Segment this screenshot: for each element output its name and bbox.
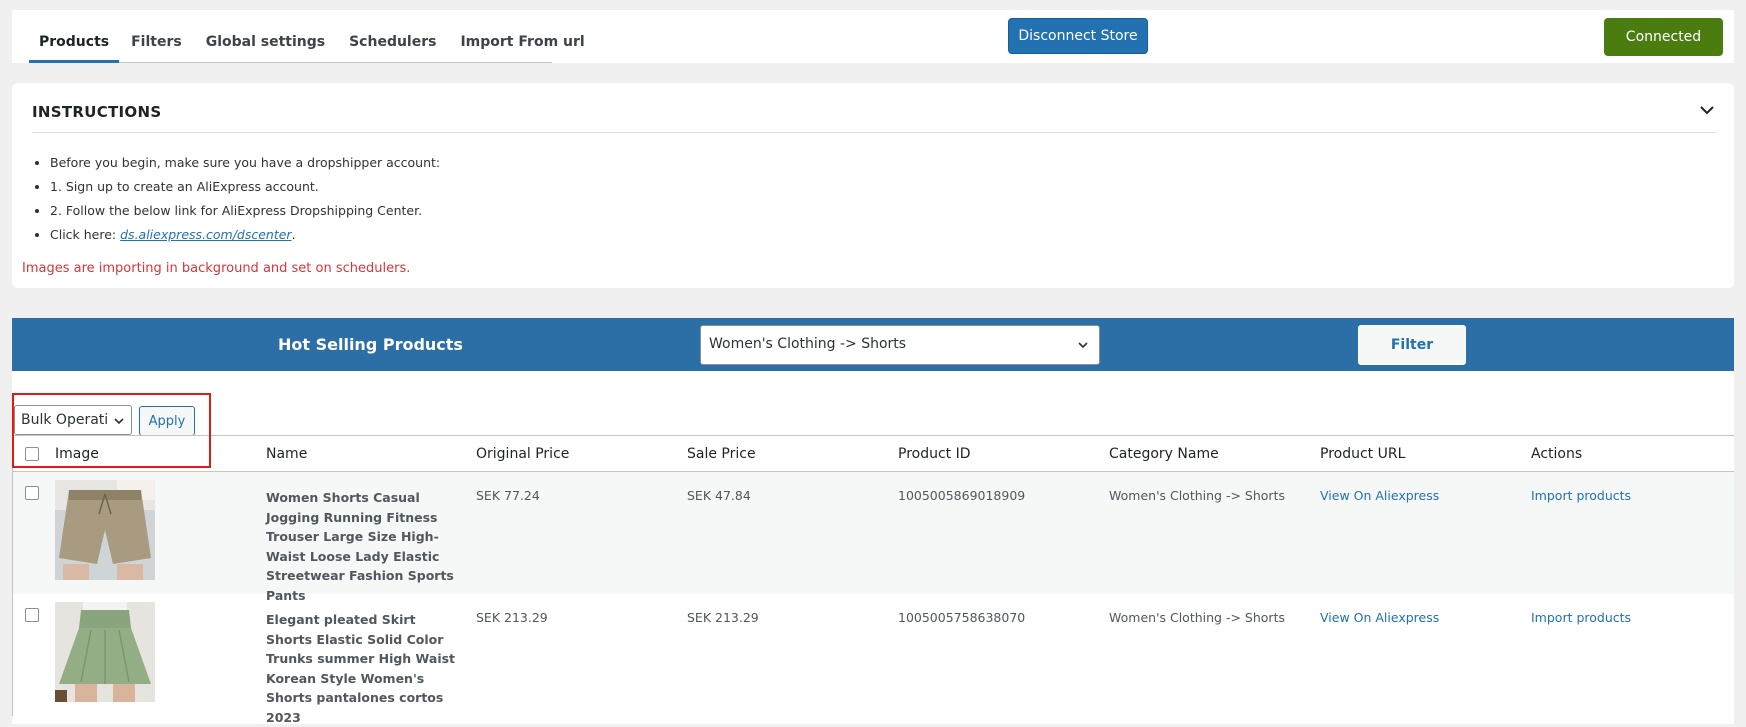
- row-checkbox[interactable]: [25, 486, 39, 500]
- tab-products[interactable]: Products: [29, 22, 120, 63]
- column-header-original-price[interactable]: Original Price: [476, 446, 569, 462]
- tab-import-from-url[interactable]: Import From url: [448, 22, 596, 62]
- instructions-panel: INSTRUCTIONS Before you begin, make sure…: [12, 83, 1734, 288]
- connected-button[interactable]: Connected: [1604, 18, 1723, 56]
- column-header-actions: Actions: [1531, 446, 1583, 462]
- table-row: Elegant pleated Skirt Shorts Elastic Sol…: [12, 594, 1734, 725]
- category-select[interactable]: Women's Clothing -> Shorts: [700, 325, 1100, 365]
- sale-price: SEK 47.84: [687, 488, 751, 503]
- row-checkbox[interactable]: [25, 608, 39, 622]
- import-notice: Images are importing in background and s…: [22, 261, 411, 276]
- instruction-item: Click here: ds.aliexpress.com/dscenter.: [50, 223, 440, 247]
- instruction-item: Before you begin, make sure you have a d…: [50, 151, 440, 175]
- column-header-sale-price[interactable]: Sale Price: [687, 446, 756, 462]
- column-header-product-url[interactable]: Product URL: [1320, 446, 1405, 462]
- nav-tabs: Products Filters Global settings Schedul…: [29, 22, 585, 63]
- table-header: Image Name Original Price Sale Price Pro…: [12, 435, 1734, 472]
- instruction-item: 1. Sign up to create an AliExpress accou…: [50, 175, 440, 199]
- instruction-item: 2. Follow the below link for AliExpress …: [50, 199, 440, 223]
- chevron-down-icon: [1078, 342, 1088, 349]
- select-all-checkbox[interactable]: [25, 447, 39, 461]
- instruction-item-suffix: .: [291, 227, 296, 242]
- top-bar: Products Filters Global settings Schedul…: [12, 10, 1734, 63]
- product-id: 1005005758638070: [898, 610, 1026, 625]
- khaki-shorts-photo[interactable]: [55, 480, 155, 580]
- import-products-link[interactable]: Import products: [1531, 610, 1631, 625]
- original-price: SEK 213.29: [476, 610, 548, 625]
- dscenter-link[interactable]: ds.aliexpress.com/dscenter: [120, 227, 291, 242]
- table-row: Women Shorts Casual Jogging Running Fitn…: [12, 472, 1734, 603]
- chevron-down-icon[interactable]: [1698, 101, 1716, 119]
- instructions-list: Before you begin, make sure you have a d…: [36, 151, 440, 247]
- product-id: 1005005869018909: [898, 488, 1026, 503]
- product-name: Elegant pleated Skirt Shorts Elastic Sol…: [266, 612, 456, 725]
- disconnect-store-button[interactable]: Disconnect Store: [1008, 18, 1148, 54]
- import-products-link[interactable]: Import products: [1531, 488, 1631, 503]
- bulk-operations-select[interactable]: Bulk Operations: [14, 405, 132, 435]
- original-price: SEK 77.24: [476, 488, 540, 503]
- chevron-down-icon: [114, 418, 124, 425]
- apply-button[interactable]: Apply: [139, 406, 195, 436]
- tab-global-settings[interactable]: Global settings: [194, 22, 337, 62]
- category-name: Women's Clothing -> Shorts: [1109, 610, 1285, 625]
- instructions-title: INSTRUCTIONS: [32, 103, 162, 121]
- column-header-name[interactable]: Name: [266, 446, 307, 462]
- view-on-aliexpress-link[interactable]: View On Aliexpress: [1320, 610, 1439, 625]
- hot-selling-title: Hot Selling Products: [278, 335, 463, 354]
- column-header-image: Image: [55, 446, 99, 462]
- instructions-header[interactable]: INSTRUCTIONS: [32, 83, 1716, 133]
- category-select-value: Women's Clothing -> Shorts: [709, 336, 907, 352]
- category-name: Women's Clothing -> Shorts: [1109, 488, 1285, 503]
- sale-price: SEK 213.29: [687, 610, 759, 625]
- column-header-product-id[interactable]: Product ID: [898, 446, 971, 462]
- products-table-area: Bulk Operations Apply Image Name Origina…: [12, 371, 1734, 725]
- filter-button[interactable]: Filter: [1358, 325, 1466, 365]
- green-skirt-shorts-photo[interactable]: [55, 602, 155, 702]
- instruction-item-text: Click here:: [50, 227, 121, 242]
- hot-selling-bar: Hot Selling Products Women's Clothing ->…: [12, 318, 1734, 371]
- view-on-aliexpress-link[interactable]: View On Aliexpress: [1320, 488, 1439, 503]
- product-name: Women Shorts Casual Jogging Running Fitn…: [266, 490, 454, 603]
- tab-schedulers[interactable]: Schedulers: [337, 22, 448, 62]
- tab-filters[interactable]: Filters: [119, 22, 194, 62]
- bulk-operations-value: Bulk Operations: [21, 412, 109, 428]
- column-header-category-name[interactable]: Category Name: [1109, 446, 1219, 462]
